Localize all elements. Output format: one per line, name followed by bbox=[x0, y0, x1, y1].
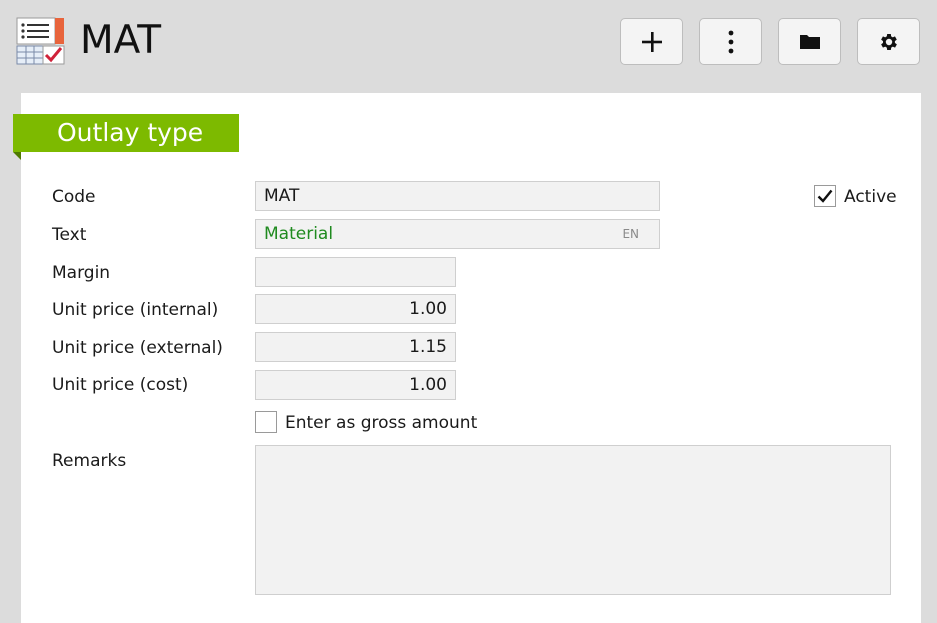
code-label: Code bbox=[52, 187, 96, 207]
unit-price-cost-label: Unit price (cost) bbox=[52, 375, 189, 395]
unit-price-cost-value: 1.00 bbox=[409, 375, 447, 395]
unit-price-external-label: Unit price (external) bbox=[52, 338, 223, 358]
text-value: Material bbox=[264, 224, 334, 244]
more-vertical-icon bbox=[728, 30, 733, 53]
remarks-textarea[interactable] bbox=[255, 445, 891, 595]
unit-price-external-field[interactable]: 1.15 bbox=[255, 332, 456, 362]
unit-price-external-value: 1.15 bbox=[409, 337, 447, 357]
checkmark-icon bbox=[817, 189, 833, 203]
section-tab-fold bbox=[13, 152, 21, 160]
active-label: Active bbox=[844, 187, 897, 207]
gear-icon bbox=[880, 33, 897, 50]
unit-price-internal-label: Unit price (internal) bbox=[52, 300, 219, 320]
language-badge: EN bbox=[622, 227, 639, 241]
active-checkbox[interactable] bbox=[814, 185, 836, 207]
folder-icon bbox=[799, 34, 820, 49]
code-field[interactable]: MAT bbox=[255, 181, 660, 211]
text-field[interactable]: Material EN bbox=[255, 219, 660, 249]
add-button[interactable] bbox=[620, 18, 683, 65]
unit-price-cost-field[interactable]: 1.00 bbox=[255, 370, 456, 400]
remarks-label: Remarks bbox=[52, 451, 127, 471]
gross-amount-label: Enter as gross amount bbox=[285, 413, 478, 433]
list-checklist-icon bbox=[16, 17, 65, 65]
more-button[interactable] bbox=[699, 18, 762, 65]
page-title: MAT bbox=[80, 18, 162, 63]
text-label: Text bbox=[52, 225, 87, 245]
settings-button[interactable] bbox=[857, 18, 920, 65]
unit-price-internal-field[interactable]: 1.00 bbox=[255, 294, 456, 324]
margin-field[interactable] bbox=[255, 257, 456, 287]
code-value: MAT bbox=[264, 186, 300, 206]
gross-amount-checkbox[interactable] bbox=[255, 411, 277, 433]
plus-icon bbox=[641, 31, 662, 52]
folder-button[interactable] bbox=[778, 18, 841, 65]
unit-price-internal-value: 1.00 bbox=[409, 299, 447, 319]
margin-label: Margin bbox=[52, 263, 111, 283]
section-title: Outlay type bbox=[13, 114, 239, 152]
